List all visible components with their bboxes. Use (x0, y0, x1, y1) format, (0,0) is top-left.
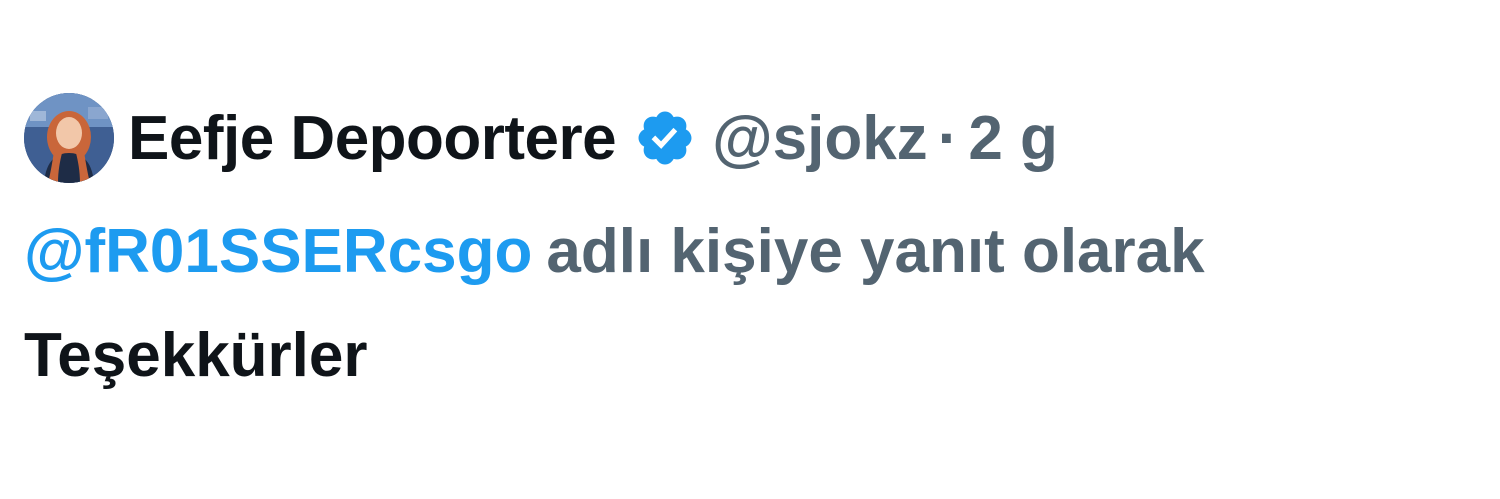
separator-dot: · (937, 103, 959, 173)
reply-mention-link[interactable]: @fR01SSERcsgo (24, 217, 532, 286)
tweet-header: Eefje Depoortere @sjokz · 2 g (24, 90, 1484, 186)
author-handle[interactable]: @sjokz (712, 103, 928, 174)
verified-badge-icon (634, 107, 696, 169)
avatar-image (24, 93, 114, 183)
tweet[interactable]: Eefje Depoortere @sjokz · 2 g @fR01SSERc… (24, 90, 1484, 398)
tweet-text: Teşekkürler (24, 321, 368, 390)
display-name[interactable]: Eefje Depoortere (128, 103, 617, 174)
avatar[interactable] (24, 93, 114, 183)
timestamp[interactable]: 2 g (968, 103, 1058, 174)
reply-context-text: adlı kişiye yanıt olarak (546, 217, 1205, 286)
reply-context: @fR01SSERcsgo adlı kişiye yanıt olarak (24, 210, 1484, 294)
